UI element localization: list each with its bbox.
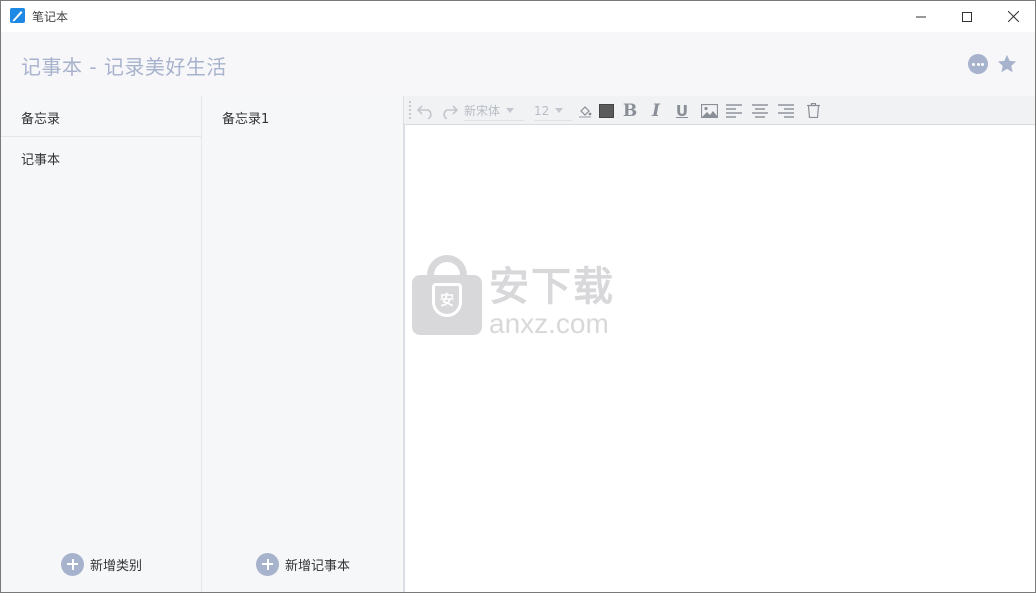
- watermark-shield-icon: 安: [432, 283, 462, 317]
- minimize-button[interactable]: [898, 1, 944, 32]
- close-button[interactable]: [990, 1, 1036, 32]
- plus-icon: [256, 552, 279, 576]
- divider: [534, 120, 572, 121]
- notebook-label: 备忘录1: [222, 112, 270, 127]
- redo-button[interactable]: [439, 100, 459, 121]
- align-right-button[interactable]: [777, 100, 795, 121]
- note-editor-area[interactable]: 安 安下载 anxz.com: [404, 125, 1035, 592]
- notebook-item[interactable]: 备忘录1: [202, 96, 403, 137]
- fill-color-button[interactable]: [576, 100, 594, 121]
- image-icon: [700, 103, 718, 118]
- bold-icon: B: [622, 100, 638, 121]
- insert-image-button[interactable]: [699, 100, 719, 121]
- undo-button[interactable]: [416, 100, 436, 121]
- delete-button[interactable]: [804, 100, 822, 121]
- category-panel: 备忘录 记事本 新增类别: [1, 96, 202, 592]
- italic-button[interactable]: I: [647, 100, 665, 121]
- chevron-down-icon: [506, 108, 515, 113]
- underline-icon: U: [675, 101, 689, 120]
- maximize-icon: [962, 11, 972, 22]
- editor-panel: 新宋体 12 B I U 安 安下载 anxz.com: [404, 96, 1035, 592]
- align-center-button[interactable]: [751, 100, 769, 121]
- more-icon-dot: [981, 63, 984, 66]
- align-center-icon: [752, 103, 768, 118]
- font-family-value: 新宋体: [464, 104, 501, 118]
- divider: [464, 120, 524, 121]
- category-label: 记事本: [21, 153, 61, 168]
- text-color-button[interactable]: [597, 100, 615, 121]
- add-notebook-button[interactable]: 新增记事本: [256, 552, 350, 576]
- watermark-text-cn: 安下载: [489, 264, 615, 310]
- app-window: 笔记本 记事本 - 记录美好生活 备忘录 记事本 新增类别 备忘录1 新增记事本…: [0, 0, 1036, 593]
- maximize-button[interactable]: [944, 1, 990, 32]
- formatting-toolbar: 新宋体 12 B I U: [404, 96, 1035, 125]
- align-right-icon: [778, 103, 794, 118]
- font-size-select[interactable]: 12: [534, 100, 572, 121]
- fill-color-icon: [579, 105, 592, 118]
- font-family-select[interactable]: 新宋体: [464, 100, 524, 121]
- add-category-label: 新增类别: [90, 558, 143, 574]
- watermark-text-en: anxz.com: [489, 308, 609, 339]
- add-category-button[interactable]: 新增类别: [61, 552, 142, 576]
- category-item-notebook[interactable]: 记事本: [1, 137, 201, 177]
- text-color-swatch: [598, 103, 614, 118]
- chevron-down-icon: [555, 108, 564, 113]
- title-bar: 笔记本: [1, 1, 1035, 32]
- plus-icon: [61, 552, 84, 576]
- notebook-panel: 备忘录1 新增记事本: [202, 96, 404, 592]
- close-icon: [1007, 11, 1019, 22]
- page-title: 记事本 - 记录美好生活: [21, 55, 227, 79]
- italic-icon: I: [652, 100, 660, 121]
- toolbar-grip[interactable]: [409, 101, 411, 119]
- more-icon-dot: [976, 63, 980, 66]
- minimize-icon: [916, 16, 926, 17]
- more-icon: [972, 63, 975, 66]
- category-item-memo[interactable]: 备忘录: [1, 96, 201, 137]
- font-size-value: 12: [534, 103, 550, 118]
- bold-button[interactable]: B: [621, 100, 639, 121]
- align-left-icon: [726, 103, 742, 118]
- app-header: 记事本 - 记录美好生活: [1, 32, 1035, 96]
- add-notebook-label: 新增记事本: [285, 558, 351, 574]
- trash-icon: [806, 103, 820, 118]
- underline-button[interactable]: U: [673, 100, 691, 121]
- star-icon[interactable]: [996, 53, 1018, 75]
- redo-icon: [443, 104, 458, 119]
- more-options-button[interactable]: [968, 54, 988, 74]
- category-label: 备忘录: [21, 112, 61, 127]
- align-left-button[interactable]: [725, 100, 743, 121]
- window-title: 笔记本: [32, 10, 69, 24]
- watermark-logo: 安 安下载 anxz.com: [412, 255, 642, 355]
- app-logo-icon: [10, 8, 25, 23]
- undo-icon: [417, 104, 432, 119]
